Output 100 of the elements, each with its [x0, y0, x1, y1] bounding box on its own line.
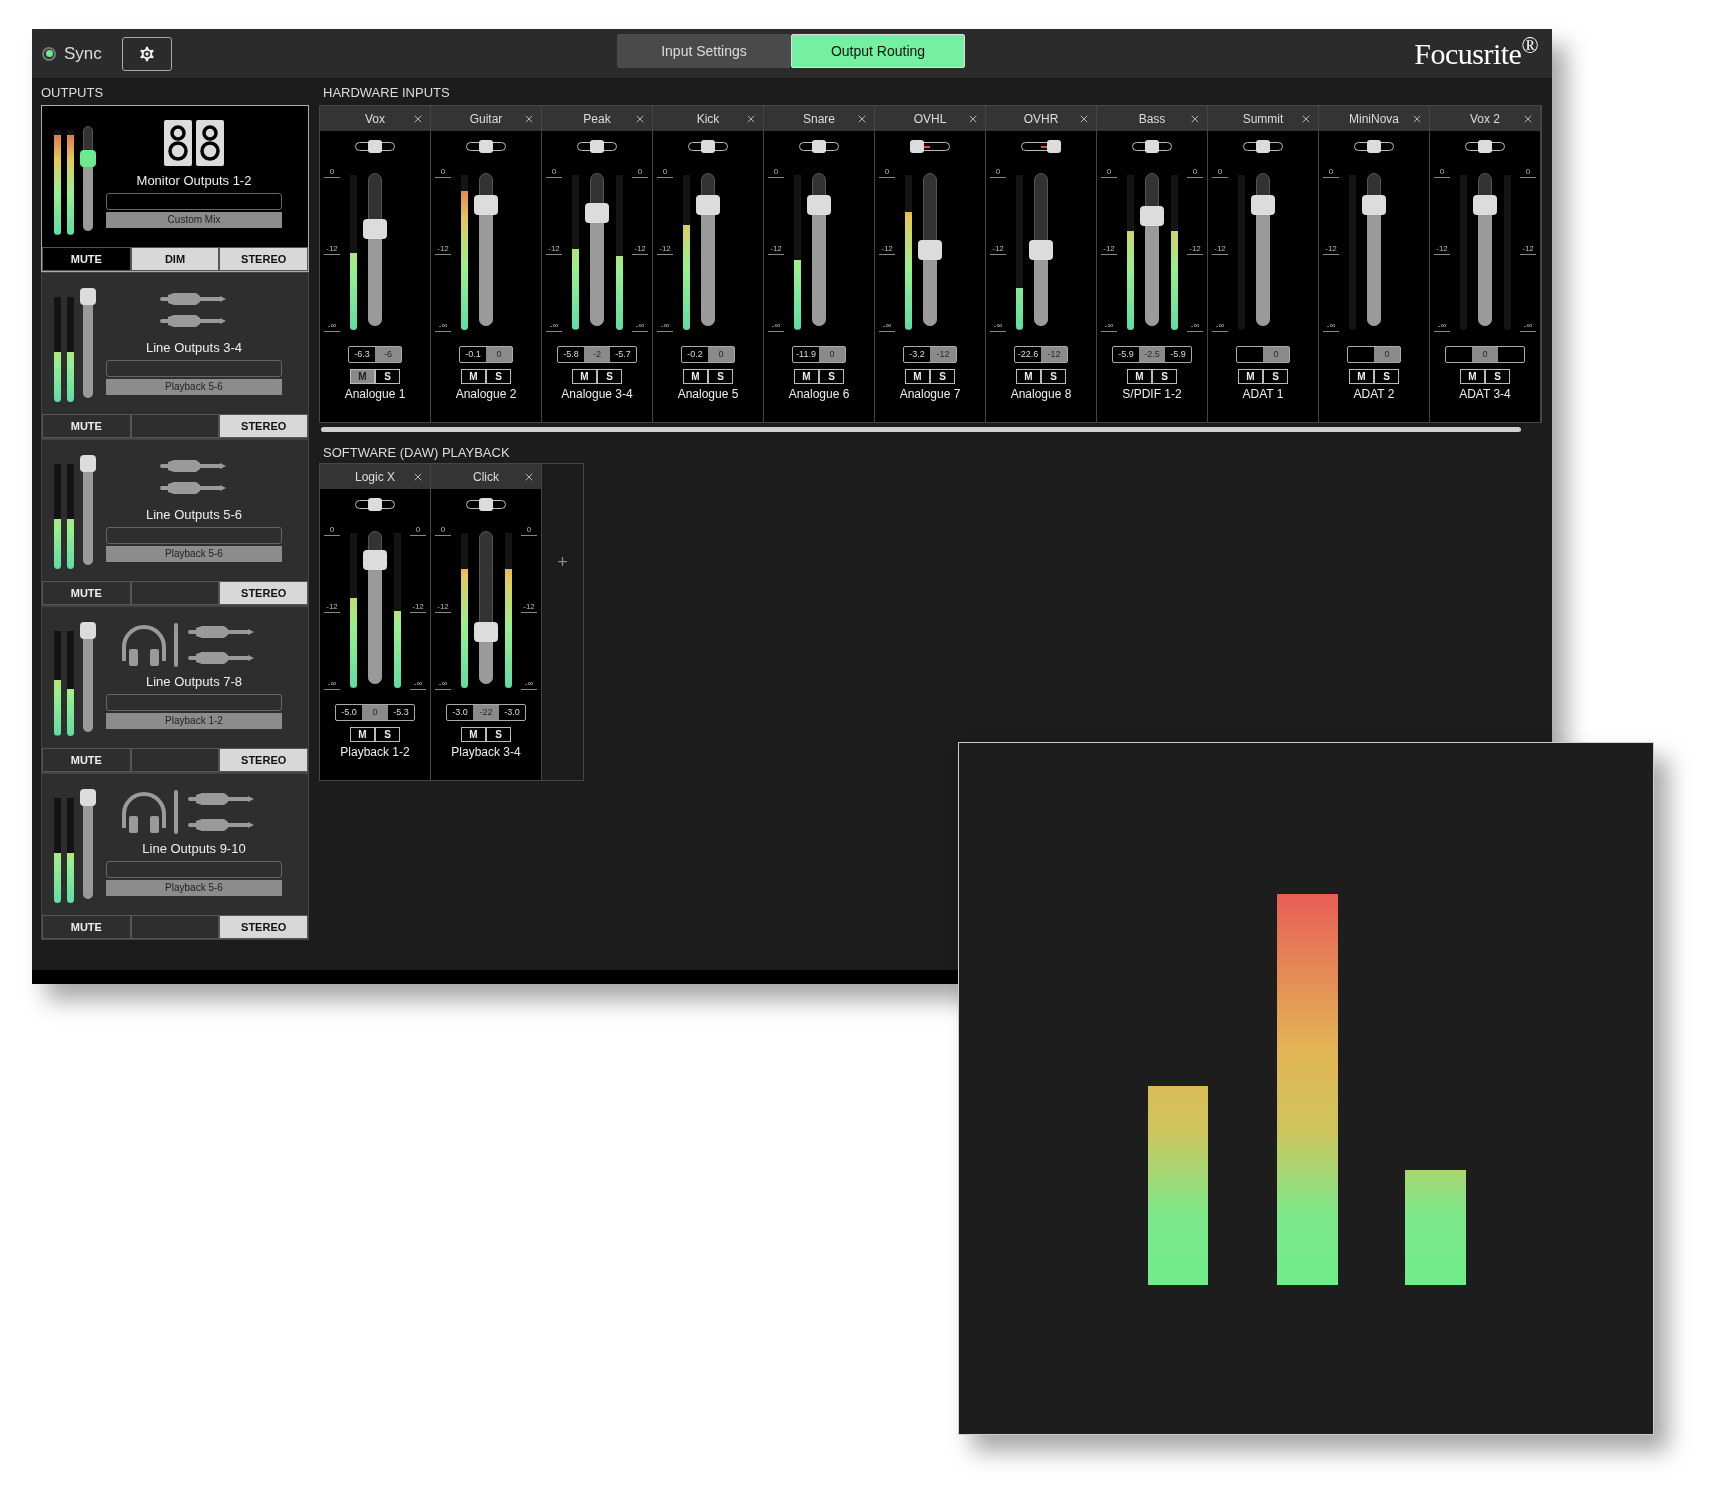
fader-thumb[interactable]	[474, 194, 498, 215]
close-icon[interactable]	[856, 113, 868, 125]
mute-button[interactable]: M	[1460, 369, 1485, 384]
stereo-button[interactable]: STEREO	[219, 247, 308, 271]
slider-thumb[interactable]	[812, 140, 826, 153]
solo-button[interactable]: S	[1263, 369, 1288, 384]
close-icon[interactable]	[1189, 113, 1201, 125]
fader-thumb[interactable]	[1362, 194, 1386, 215]
close-icon[interactable]	[634, 113, 646, 125]
solo-button[interactable]: S	[486, 727, 511, 742]
mute-button[interactable]: M	[350, 727, 375, 742]
close-icon[interactable]	[412, 113, 424, 125]
close-icon[interactable]	[1522, 113, 1534, 125]
fader-thumb[interactable]	[363, 219, 387, 240]
close-icon[interactable]	[1300, 113, 1312, 125]
stereo-button[interactable]: STEREO	[219, 414, 308, 438]
fader-thumb[interactable]	[80, 288, 96, 305]
fader-thumb[interactable]	[80, 455, 96, 472]
close-icon[interactable]	[523, 471, 535, 483]
output-card[interactable]: Monitor Outputs 1-2 Custom Mix MUTE DIM STEREO	[41, 105, 309, 272]
close-icon[interactable]	[1078, 113, 1090, 125]
slider-thumb[interactable]	[910, 140, 924, 153]
stereo-button[interactable]: STEREO	[219, 915, 308, 939]
dim-button[interactable]: DIM	[130, 247, 220, 271]
close-icon[interactable]	[1411, 113, 1423, 125]
fader-thumb[interactable]	[918, 239, 942, 260]
name-field[interactable]	[106, 360, 282, 377]
close-icon[interactable]	[412, 471, 424, 483]
solo-button[interactable]: S	[930, 369, 955, 384]
fader-thumb[interactable]	[1029, 239, 1053, 260]
solo-button[interactable]: S	[375, 727, 400, 742]
solo-button[interactable]: S	[1374, 369, 1399, 384]
fader-thumb[interactable]	[1473, 194, 1497, 215]
slider-thumb[interactable]	[701, 140, 715, 153]
name-field[interactable]	[106, 861, 282, 878]
mute-button[interactable]: M	[1238, 369, 1263, 384]
mute-button[interactable]: M	[683, 369, 708, 384]
solo-button[interactable]: S	[375, 369, 400, 384]
source-selector[interactable]: Playback 1-2	[106, 713, 282, 729]
mute-button[interactable]: M	[1127, 369, 1152, 384]
name-field[interactable]	[106, 694, 282, 711]
mute-button[interactable]: MUTE	[42, 247, 131, 271]
slider-thumb[interactable]	[368, 140, 382, 153]
slider-thumb[interactable]	[1256, 140, 1270, 153]
slider-thumb[interactable]	[479, 140, 493, 153]
slider-thumb[interactable]	[1145, 140, 1159, 153]
mute-button[interactable]: M	[572, 369, 597, 384]
slider-thumb[interactable]	[590, 140, 604, 153]
solo-button[interactable]: S	[597, 369, 622, 384]
output-card[interactable]: Line Outputs 9-10 Playback 5-6 MUTE STEREO	[41, 773, 309, 940]
source-selector[interactable]: Custom Mix	[106, 212, 282, 228]
mute-button[interactable]: MUTE	[42, 748, 131, 772]
close-icon[interactable]	[967, 113, 979, 125]
fader-thumb[interactable]	[807, 194, 831, 215]
source-selector[interactable]: Playback 5-6	[106, 880, 282, 896]
stereo-button[interactable]: STEREO	[219, 581, 308, 605]
mute-button[interactable]: MUTE	[42, 581, 131, 605]
source-selector[interactable]: Playback 5-6	[106, 546, 282, 562]
tab[interactable]: Output Routing	[791, 34, 965, 68]
fader-thumb[interactable]	[80, 150, 96, 168]
name-field[interactable]	[106, 193, 282, 210]
slider-thumb[interactable]	[479, 498, 493, 511]
mute-button[interactable]: M	[461, 727, 486, 742]
fader-thumb[interactable]	[80, 622, 96, 639]
solo-button[interactable]: S	[708, 369, 733, 384]
mute-button[interactable]: M	[905, 369, 930, 384]
fader-thumb[interactable]	[1251, 194, 1275, 215]
mute-button[interactable]: M	[461, 369, 486, 384]
fader-thumb[interactable]	[1140, 206, 1164, 227]
close-icon[interactable]	[745, 113, 757, 125]
stereo-button[interactable]: STEREO	[219, 748, 308, 772]
output-card[interactable]: Line Outputs 5-6 Playback 5-6 MUTE STEREO	[41, 439, 309, 606]
solo-button[interactable]: S	[1152, 369, 1177, 384]
solo-button[interactable]: S	[1485, 369, 1510, 384]
slider-thumb[interactable]	[1047, 140, 1061, 153]
mute-button[interactable]: MUTE	[42, 915, 131, 939]
tab[interactable]: Input Settings	[617, 34, 791, 68]
fader-thumb[interactable]	[474, 622, 498, 643]
solo-button[interactable]: S	[819, 369, 844, 384]
output-card[interactable]: Line Outputs 7-8 Playback 1-2 MUTE STEREO	[41, 606, 309, 773]
mute-button[interactable]: M	[350, 369, 375, 384]
close-icon[interactable]	[523, 113, 535, 125]
slider-thumb[interactable]	[368, 498, 382, 511]
fader-thumb[interactable]	[363, 549, 387, 570]
mute-button[interactable]: MUTE	[42, 414, 131, 438]
mute-button[interactable]: M	[794, 369, 819, 384]
mute-button[interactable]: M	[1016, 369, 1041, 384]
solo-button[interactable]: S	[486, 369, 511, 384]
source-selector[interactable]: Playback 5-6	[106, 379, 282, 395]
fader-thumb[interactable]	[80, 789, 96, 806]
output-card[interactable]: Line Outputs 3-4 Playback 5-6 MUTE STEREO	[41, 272, 309, 439]
slider-thumb[interactable]	[1478, 140, 1492, 153]
fader-thumb[interactable]	[585, 203, 609, 224]
slider-thumb[interactable]	[1367, 140, 1381, 153]
name-field[interactable]	[106, 527, 282, 544]
mute-button[interactable]: M	[1349, 369, 1374, 384]
settings-button[interactable]	[121, 36, 172, 71]
fader-thumb[interactable]	[696, 194, 720, 215]
solo-button[interactable]: S	[1041, 369, 1066, 384]
scrollbar[interactable]	[321, 427, 1521, 432]
